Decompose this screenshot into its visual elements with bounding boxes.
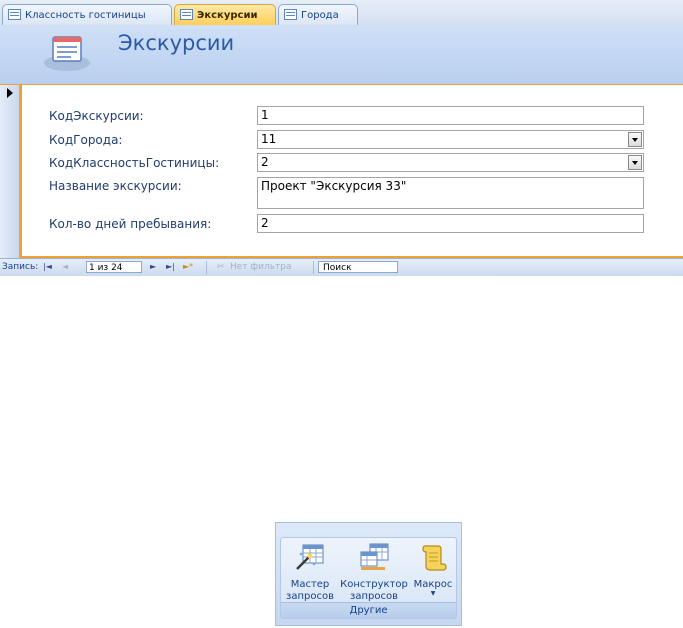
chevron-down-icon[interactable]	[628, 155, 642, 170]
form-logo-icon	[44, 36, 90, 71]
tab-label: Города	[301, 10, 339, 21]
field-label-kod-ekskursii: КодЭкскурсии:	[49, 109, 144, 123]
kod-goroda-combo[interactable]: 11	[257, 130, 644, 149]
nazvanie-ekskursii-field[interactable]: Проект "Экскурсия 33"	[257, 177, 644, 209]
new-record-button[interactable]: ►*	[183, 262, 193, 271]
kod-klassnost-combo[interactable]: 2	[257, 153, 644, 172]
kod-klassnost-value: 2	[261, 155, 269, 169]
prev-record-button[interactable]: ◄	[62, 262, 68, 271]
ribbon-group-other: Мастер запросов Конструктор запросов Мак…	[275, 522, 462, 626]
form-detail: КодЭкскурсии: 1 КодГорода: 11 КодКлассно…	[20, 85, 683, 258]
tab-ekskursii[interactable]: Экскурсии	[174, 4, 276, 25]
record-selector[interactable]	[0, 85, 20, 258]
field-label-nazvanie: Название экскурсии:	[49, 179, 182, 193]
macro-button[interactable]: Макрос ▼	[411, 542, 455, 597]
form-icon	[8, 9, 21, 20]
tab-goroda[interactable]: Города	[278, 4, 358, 25]
ribbon-group-label: Другие	[281, 602, 456, 618]
kol-vo-dney-field[interactable]: 2	[257, 214, 644, 233]
current-record-arrow-icon	[7, 88, 13, 98]
form-header: Экскурсии	[0, 26, 683, 86]
query-design-icon	[360, 543, 389, 570]
ribbon-group-body: Мастер запросов Конструктор запросов Мак…	[280, 537, 457, 619]
tab-label: Экскурсии	[197, 10, 258, 21]
first-record-button[interactable]: |◄	[43, 262, 52, 271]
chevron-down-icon[interactable]	[628, 132, 642, 147]
tab-klassnost-gostinitsy[interactable]: Классность гостиницы	[2, 4, 172, 25]
query-wizard-button[interactable]: Мастер запросов	[283, 542, 337, 603]
form-icon	[180, 9, 193, 20]
filter-icon: ✂	[217, 262, 225, 272]
query-design-label-1: Конструктор	[340, 579, 408, 590]
form-title: Экскурсии	[118, 31, 235, 55]
last-record-button[interactable]: ►|	[166, 262, 175, 271]
kod-goroda-value: 11	[261, 132, 277, 146]
next-record-button[interactable]: ►	[150, 262, 156, 271]
record-label: Запись:	[2, 262, 39, 272]
document-tab-bar: Классность гостиницы Экскурсии Города	[0, 0, 683, 27]
kod-ekskursii-field[interactable]: 1	[257, 106, 644, 125]
no-filter-button[interactable]: Нет фильтра	[230, 262, 291, 272]
tab-label: Классность гостиницы	[25, 10, 146, 21]
search-input[interactable]: Поиск	[318, 261, 398, 273]
record-navigation-bar: Запись: |◄ ◄ 1 из 24 ► ►| ►* ✂ Нет фильт…	[0, 258, 683, 276]
field-label-kol-vo-dney: Кол-во дней пребывания:	[49, 217, 212, 231]
query-design-button[interactable]: Конструктор запросов	[339, 542, 409, 603]
separator	[313, 261, 314, 274]
query-wizard-icon	[296, 544, 324, 570]
field-label-kod-goroda: КодГорода:	[49, 133, 123, 147]
query-wizard-label-1: Мастер	[290, 579, 330, 590]
form-icon	[284, 9, 297, 20]
field-label-kod-klassnost: КодКлассностьГостиницы:	[49, 156, 220, 170]
current-record-box[interactable]: 1 из 24	[86, 261, 142, 273]
chevron-down-icon[interactable]: ▼	[411, 591, 455, 597]
macro-scroll-icon	[422, 545, 447, 571]
form-window: Классность гостиницы Экскурсии Города Эк…	[0, 0, 683, 276]
separator	[206, 261, 207, 274]
